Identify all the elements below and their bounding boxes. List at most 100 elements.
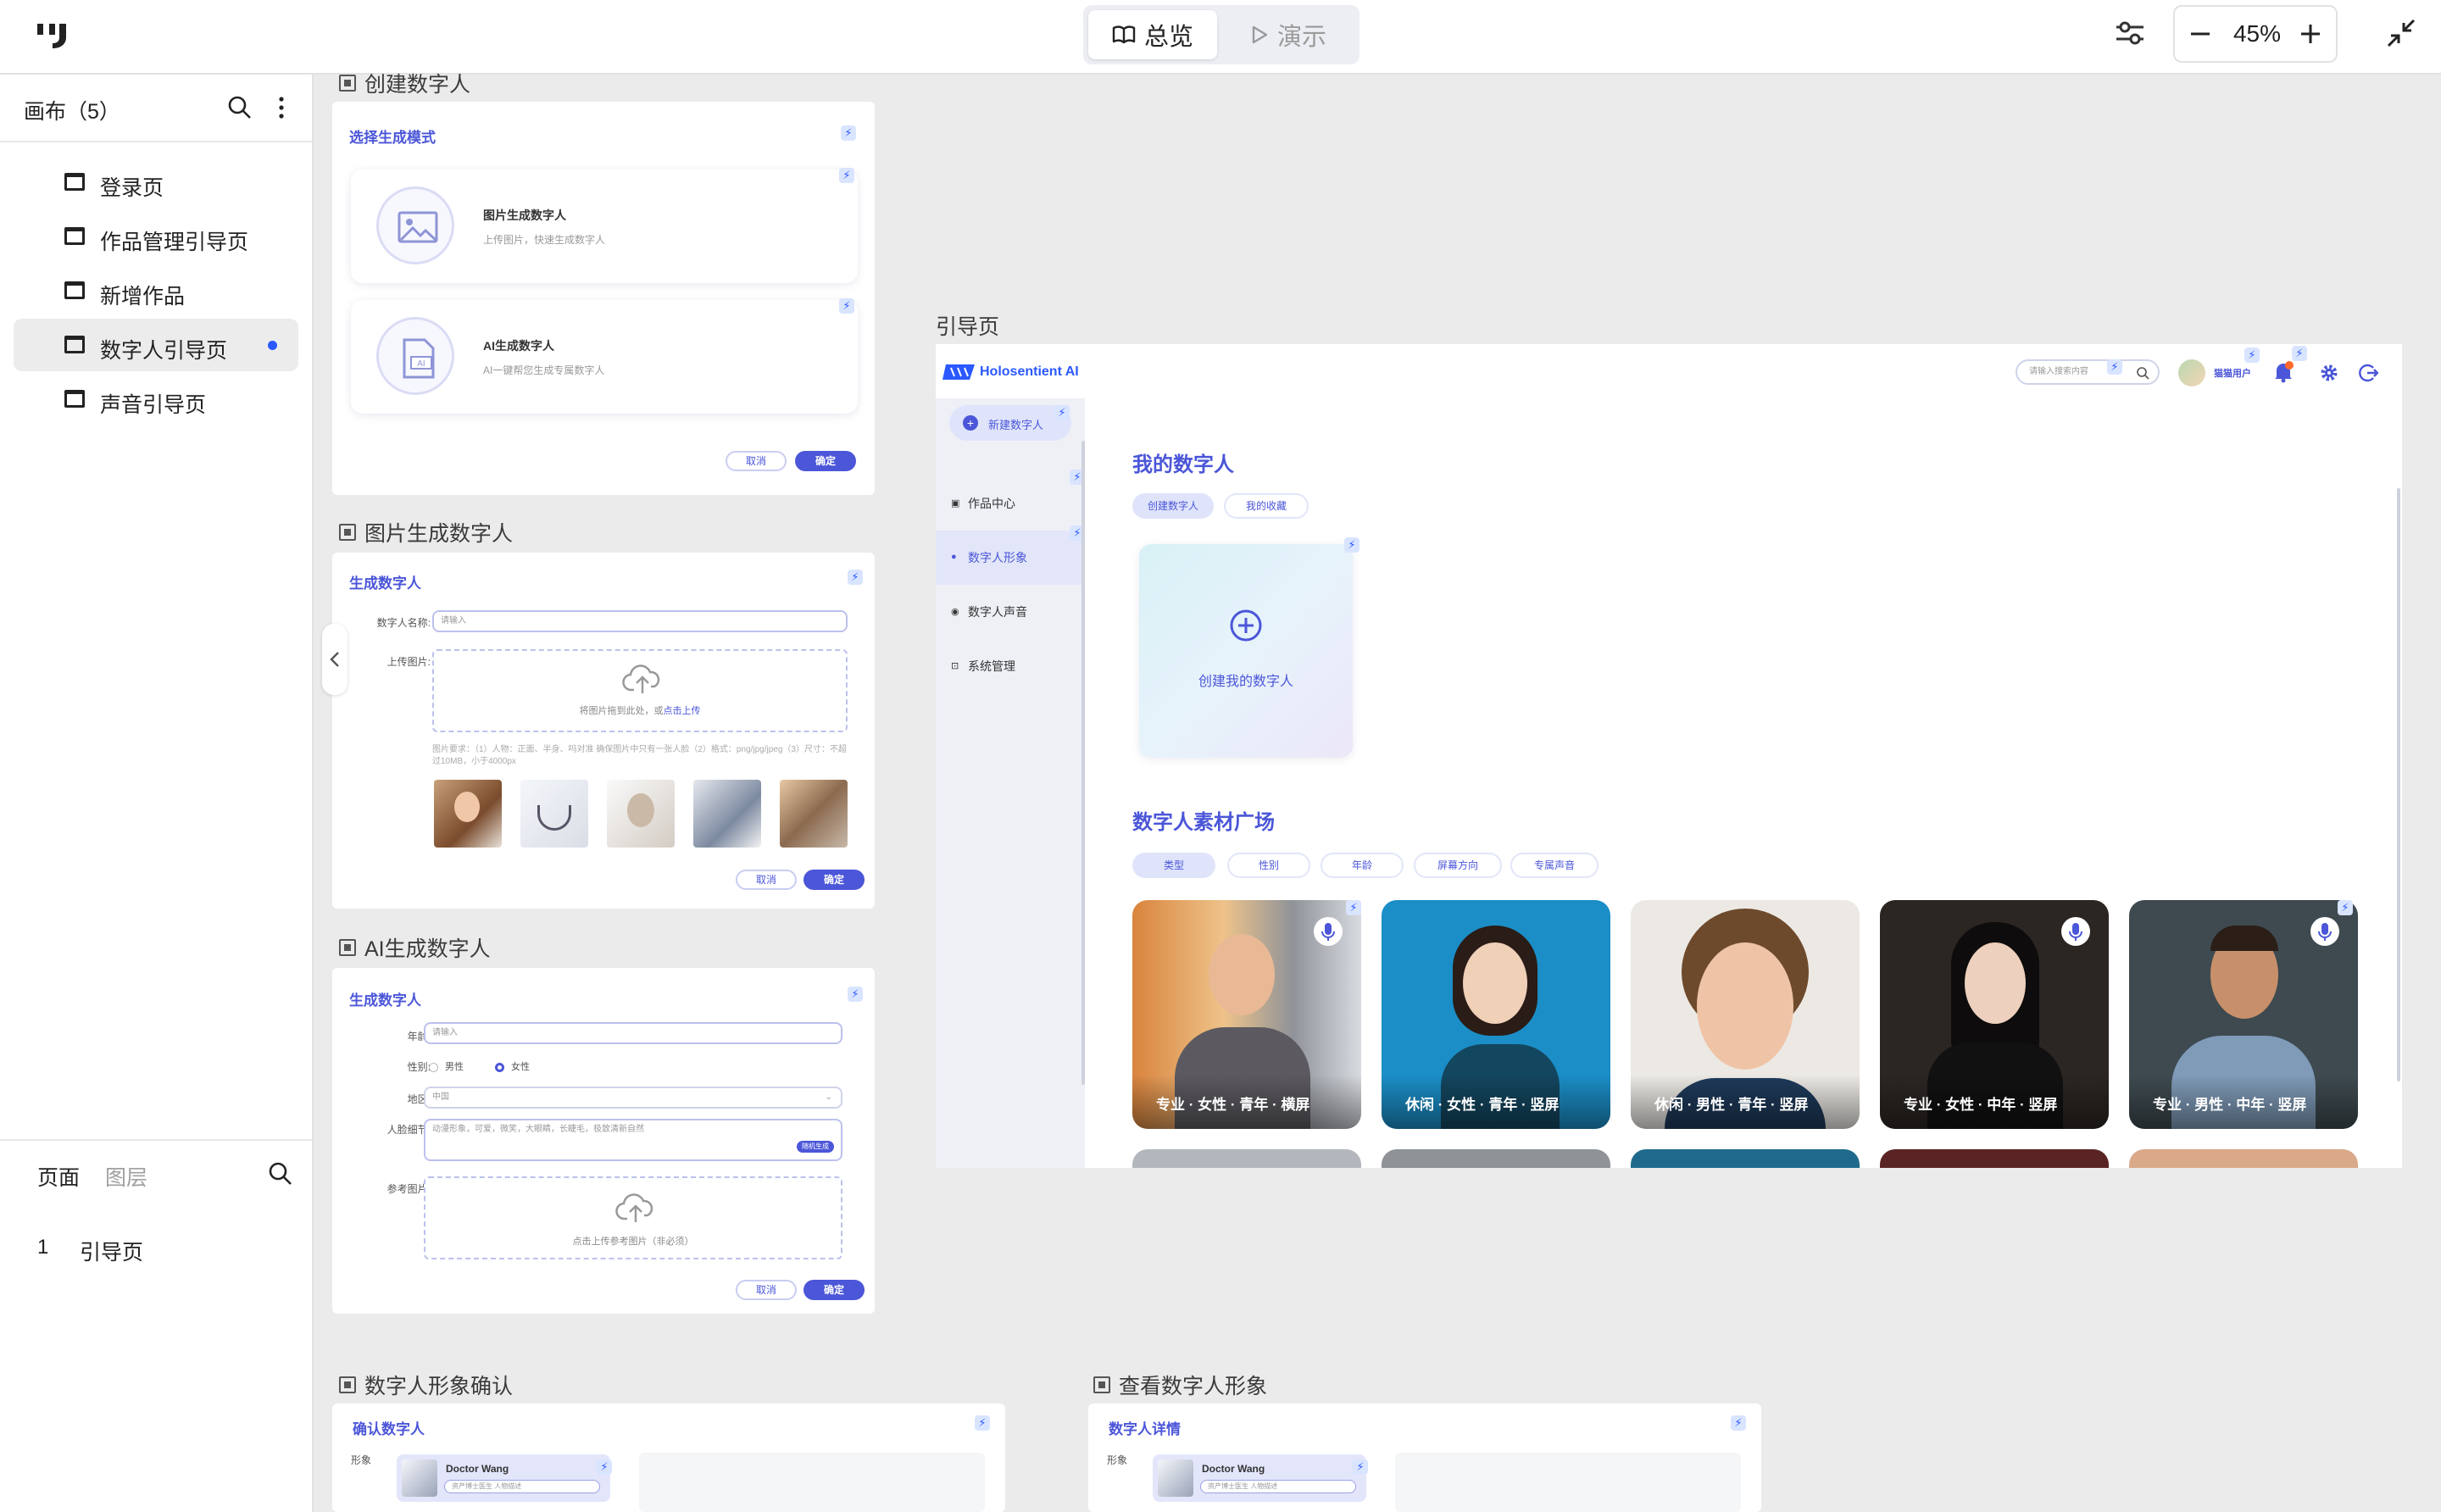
- avatar-card[interactable]: [1132, 1149, 1361, 1168]
- more-vertical-icon[interactable]: [271, 95, 292, 120]
- avatar-card[interactable]: [1382, 1149, 1610, 1168]
- upload-link[interactable]: 点击上传: [664, 706, 701, 716]
- sidebar-scrollbar[interactable]: [1081, 441, 1085, 1085]
- filter-orientation[interactable]: 屏幕方向: [1414, 853, 1502, 878]
- bolt-icon[interactable]: ⚡: [841, 125, 856, 141]
- search-icon[interactable]: [268, 1161, 293, 1187]
- frame-title-view[interactable]: 查看数字人形象: [1093, 1370, 1267, 1400]
- avatar-card[interactable]: [1631, 1149, 1860, 1168]
- option-image-generate[interactable]: 图片生成数字人 上传图片，快速生成数字人 ⚡: [351, 168, 858, 283]
- search-icon[interactable]: [227, 95, 253, 120]
- bolt-icon[interactable]: ⚡: [2338, 900, 2353, 915]
- search-input[interactable]: 请输入搜索内容: [2016, 359, 2160, 385]
- sample-photo[interactable]: [607, 780, 675, 848]
- bolt-icon[interactable]: ⚡: [2244, 347, 2260, 363]
- page-item-new-work[interactable]: 新增作品: [14, 264, 298, 317]
- confirm-button[interactable]: 确定: [795, 451, 856, 471]
- user-avatar[interactable]: [2178, 359, 2205, 386]
- bolt-icon[interactable]: ⚡: [848, 987, 863, 1002]
- bolt-icon[interactable]: ⚡: [2292, 346, 2307, 361]
- tab-create-digital-human[interactable]: 创建数字人: [1132, 493, 1214, 519]
- bell-icon[interactable]: [2273, 361, 2294, 383]
- frame-title-confirm[interactable]: 数字人形象确认: [339, 1370, 513, 1400]
- present-tab[interactable]: 演示: [1224, 10, 1353, 59]
- settings-sliders-icon[interactable]: [2114, 17, 2146, 49]
- create-my-digital-human-card[interactable]: 创建我的数字人: [1139, 544, 1353, 758]
- app-logo[interactable]: [34, 20, 71, 51]
- bolt-icon[interactable]: ⚡: [1344, 537, 1360, 553]
- nav-digital-human-voice[interactable]: ◉ 数字人声音: [936, 585, 1085, 639]
- bolt-icon[interactable]: ⚡: [1346, 900, 1361, 915]
- avatar-chip[interactable]: Doctor Wang 资产博士医生 人物描述 ⚡: [1153, 1454, 1368, 1502]
- frame-title-ai[interactable]: AI生成数字人: [339, 932, 491, 963]
- nav-digital-human-image[interactable]: ● 数字人形象: [936, 531, 1085, 585]
- name-input[interactable]: 请输入: [432, 610, 848, 632]
- frame-title-guide[interactable]: 引导页: [936, 310, 999, 341]
- nav-system-management[interactable]: ⊡ 系统管理: [936, 639, 1085, 693]
- microphone-icon[interactable]: [2061, 917, 2090, 946]
- cancel-button[interactable]: 取消: [736, 1280, 797, 1300]
- avatar-card[interactable]: 休闲 · 女性 · 青年 · 竖屏: [1382, 900, 1610, 1129]
- tab-my-favorites[interactable]: 我的收藏: [1224, 493, 1309, 519]
- sample-photo[interactable]: [434, 780, 502, 848]
- avatar-chip[interactable]: Doctor Wang 资产博士医生 人物描述 ⚡: [397, 1454, 612, 1502]
- cancel-button[interactable]: 取消: [726, 451, 787, 471]
- gender-female-radio[interactable]: 女性: [495, 1059, 530, 1073]
- filter-gender[interactable]: 性别: [1227, 853, 1310, 878]
- bolt-icon[interactable]: ⚡: [1731, 1415, 1746, 1431]
- cancel-button[interactable]: 取消: [736, 870, 797, 890]
- avatar-card[interactable]: 休闲 · 男性 · 青年 · 竖屏: [1631, 900, 1860, 1129]
- confirm-button[interactable]: 确定: [803, 1280, 865, 1300]
- option-ai-generate[interactable]: AI AI生成数字人 AI一键帮您生成专属数字人 ⚡: [351, 298, 858, 414]
- region-select[interactable]: 中国 ⌄: [424, 1087, 842, 1109]
- avatar-card[interactable]: 专业 · 女性 · 青年 · 横屏: [1132, 900, 1361, 1129]
- gear-icon[interactable]: [2319, 363, 2339, 383]
- filter-type[interactable]: 类型: [1132, 853, 1215, 878]
- nav-works-center[interactable]: ▣ 作品中心: [936, 476, 1085, 531]
- user-name[interactable]: 猫猫用户: [2214, 366, 2251, 380]
- bolt-icon[interactable]: ⚡: [1054, 405, 1070, 420]
- bolt-icon[interactable]: ⚡: [975, 1415, 990, 1431]
- avatar-card[interactable]: [1880, 1149, 2109, 1168]
- overview-tab[interactable]: 总览: [1088, 10, 1217, 59]
- bolt-icon[interactable]: ⚡: [839, 168, 854, 183]
- confirm-button[interactable]: 确定: [803, 870, 865, 890]
- page-item-digital-human-guide[interactable]: 数字人引导页: [14, 319, 298, 371]
- frame-title-image[interactable]: 图片生成数字人: [339, 517, 513, 548]
- face-detail-textarea[interactable]: 动漫形象，可爱，微笑，大眼睛，长睫毛，极致清新自然 随机生成: [424, 1119, 842, 1161]
- logout-icon[interactable]: [2358, 363, 2378, 383]
- layer-item[interactable]: 引导页: [80, 1236, 143, 1266]
- frame-title-create[interactable]: 创建数字人: [339, 68, 470, 98]
- zoom-in-button[interactable]: [2300, 7, 2326, 61]
- reference-upload-dropzone[interactable]: 点击上传参考图片（非必须）: [424, 1176, 842, 1259]
- filter-age[interactable]: 年龄: [1321, 853, 1404, 878]
- tab-layers[interactable]: 图层: [105, 1161, 147, 1192]
- bolt-icon[interactable]: ⚡: [848, 570, 863, 585]
- gender-male-radio[interactable]: 男性: [429, 1059, 464, 1073]
- tab-pages[interactable]: 页面: [37, 1161, 80, 1192]
- bolt-icon[interactable]: ⚡: [839, 298, 854, 314]
- filter-exclusive-voice[interactable]: 专属声音: [1510, 853, 1599, 878]
- zoom-level[interactable]: 45%: [2229, 7, 2285, 61]
- random-generate-button[interactable]: 随机生成: [797, 1141, 834, 1153]
- avatar-card[interactable]: [2129, 1149, 2358, 1168]
- microphone-icon[interactable]: [2310, 917, 2339, 946]
- bolt-icon[interactable]: ⚡: [1353, 1459, 1368, 1475]
- avatar-card[interactable]: 专业 · 女性 · 中年 · 竖屏: [1880, 900, 2109, 1129]
- avatar-card[interactable]: 专业 · 男性 · 中年 · 竖屏: [2129, 900, 2358, 1129]
- sample-photo[interactable]: [520, 780, 588, 848]
- upload-dropzone[interactable]: 将图片拖到此处，或点击上传: [432, 649, 848, 732]
- age-input[interactable]: 请输入: [424, 1022, 842, 1044]
- page-item-works-guide[interactable]: 作品管理引导页: [14, 210, 298, 263]
- bolt-icon[interactable]: ⚡: [597, 1459, 612, 1475]
- new-digital-human-button[interactable]: + 新建数字人: [949, 405, 1071, 441]
- collapse-icon[interactable]: [2385, 17, 2417, 49]
- sample-photo[interactable]: [693, 780, 761, 848]
- panel-collapse-handle[interactable]: [322, 624, 348, 695]
- zoom-out-button[interactable]: [2190, 7, 2216, 61]
- microphone-icon[interactable]: [1314, 917, 1343, 946]
- bolt-icon[interactable]: ⚡: [2107, 359, 2122, 375]
- sample-photo[interactable]: [780, 780, 848, 848]
- page-item-voice-guide[interactable]: 声音引导页: [14, 373, 298, 425]
- scrollbar[interactable]: [2397, 488, 2400, 1081]
